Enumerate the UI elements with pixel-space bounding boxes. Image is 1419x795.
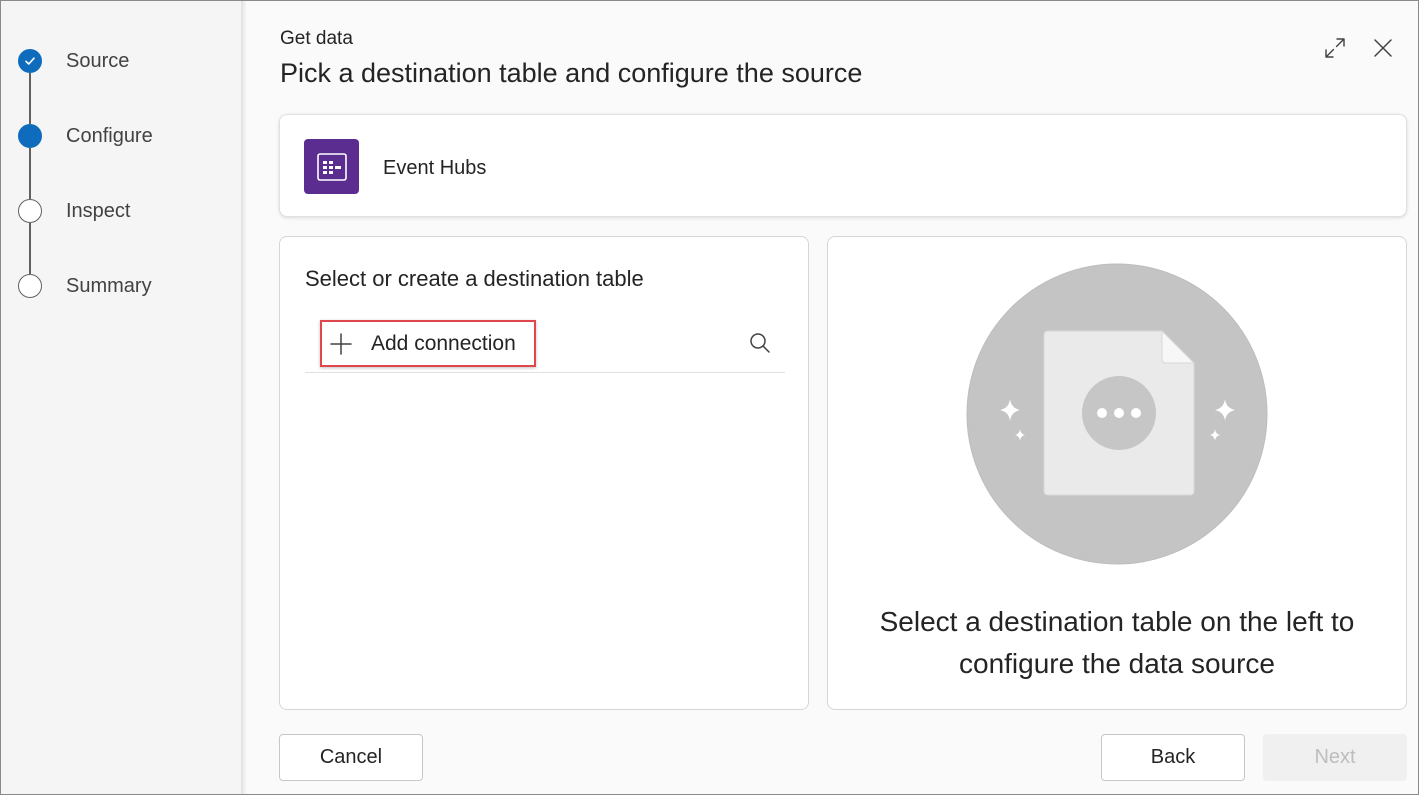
step-summary[interactable]: Summary — [18, 273, 228, 299]
empty-state-message: Select a destination table on the left t… — [879, 606, 1355, 679]
step-complete-check-icon — [18, 49, 42, 73]
plus-icon — [329, 332, 353, 356]
step-label: Source — [66, 49, 130, 72]
event-hubs-icon — [304, 139, 359, 194]
panel-heading: Select or create a destination table — [305, 266, 644, 291]
step-pending-indicator-icon — [18, 199, 42, 223]
back-button[interactable]: Back — [1101, 734, 1245, 781]
add-connection-button[interactable]: Add connection — [320, 320, 536, 367]
destination-table-panel: Select or create a destination table Add… — [279, 236, 809, 710]
step-current-indicator-icon — [18, 124, 42, 148]
source-name: Event Hubs — [383, 157, 487, 179]
step-configure[interactable]: Configure — [18, 123, 228, 149]
add-connection-label: Add connection — [371, 331, 516, 355]
step-label: Inspect — [66, 199, 131, 222]
sidebar-shadow — [241, 1, 247, 794]
search-icon[interactable] — [746, 329, 774, 357]
expand-icon[interactable] — [1320, 33, 1350, 63]
get-data-dialog: Source Configure Inspect Summary Get dat… — [0, 0, 1419, 795]
step-connector — [29, 73, 31, 124]
empty-document-illustration — [966, 263, 1268, 565]
close-icon[interactable] — [1368, 33, 1398, 63]
step-source[interactable]: Source — [18, 48, 228, 74]
step-label: Configure — [66, 124, 153, 147]
dialog-kicker: Get data — [280, 28, 353, 49]
step-connector — [29, 148, 31, 199]
step-connector — [29, 223, 31, 274]
next-button[interactable]: Next — [1263, 734, 1407, 781]
stepper-sidebar: Source Configure Inspect Summary — [1, 1, 241, 794]
cancel-button[interactable]: Cancel — [279, 734, 423, 781]
configure-source-panel: Select a destination table on the left t… — [827, 236, 1407, 710]
page-title: Pick a destination table and configure t… — [280, 58, 863, 88]
divider — [305, 372, 785, 373]
source-card: Event Hubs — [279, 114, 1407, 217]
step-inspect[interactable]: Inspect — [18, 198, 228, 224]
step-pending-indicator-icon — [18, 274, 42, 298]
step-label: Summary — [66, 274, 152, 297]
